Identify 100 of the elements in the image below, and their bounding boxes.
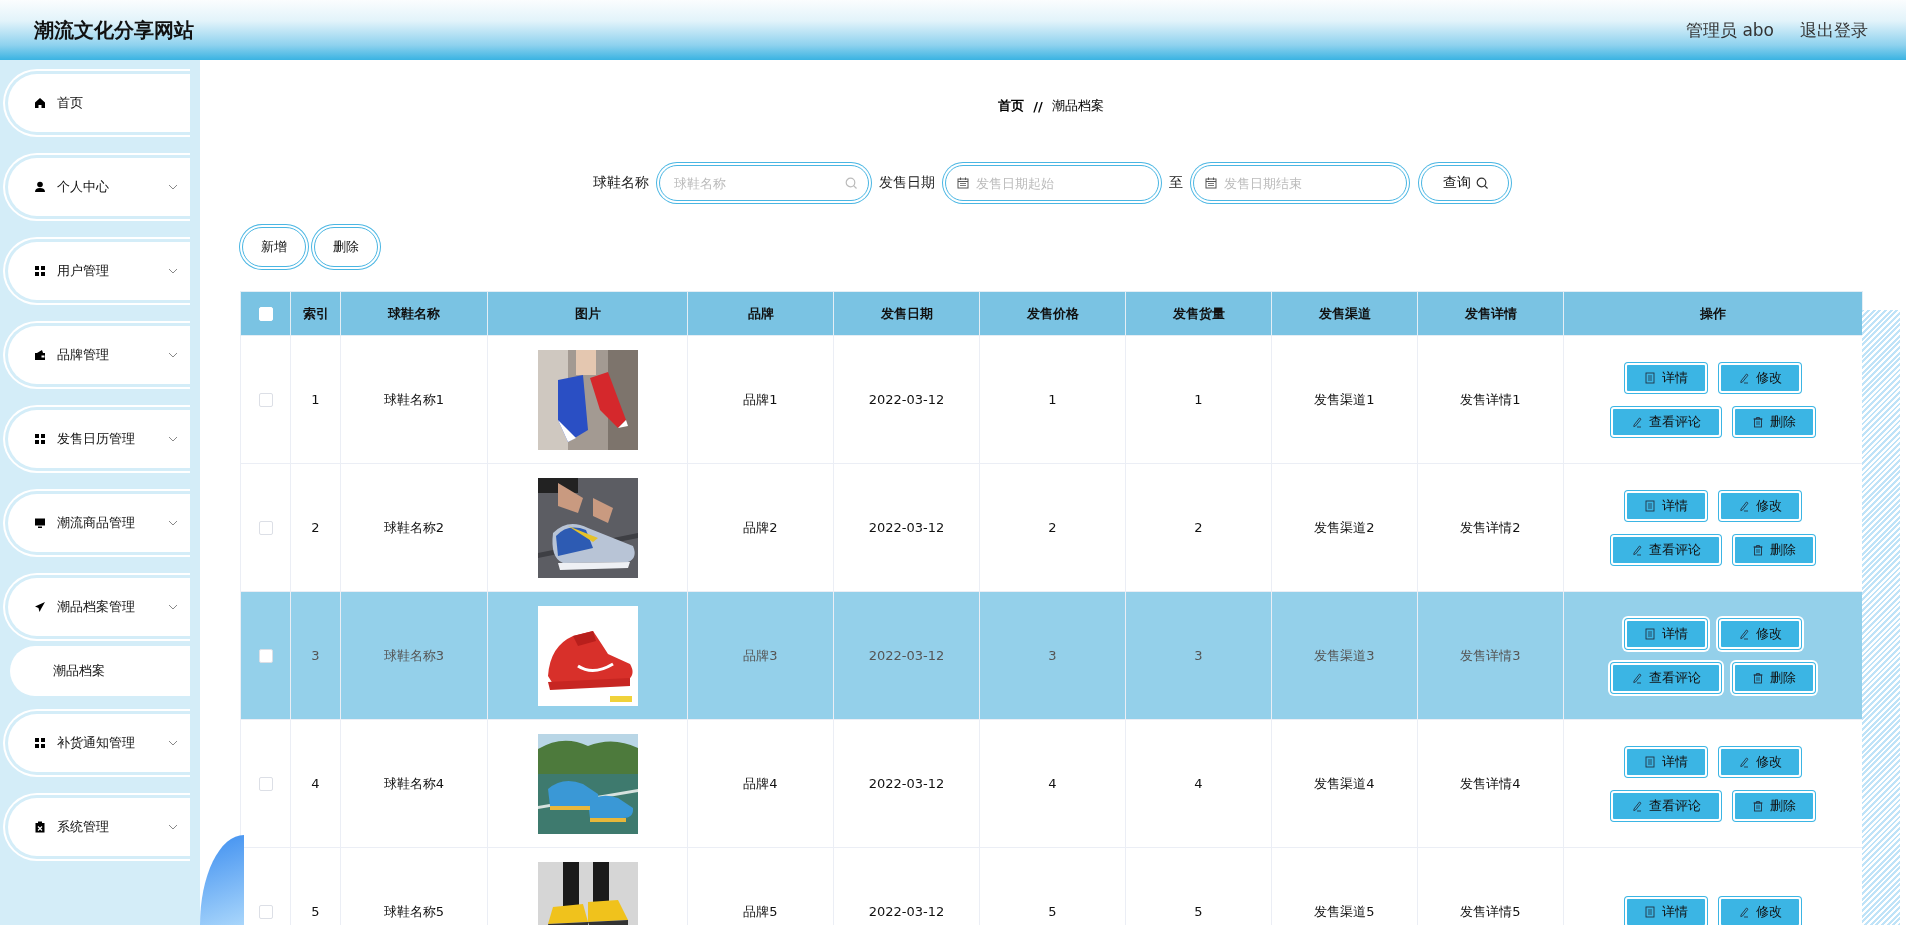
pencil-icon: [1738, 905, 1750, 918]
chevron-down-icon: [168, 184, 178, 190]
details-button[interactable]: 详情: [1625, 362, 1707, 393]
edit-button[interactable]: 修改: [1719, 362, 1801, 393]
submenu-item[interactable]: 潮品档案: [10, 646, 190, 696]
delete-button[interactable]: 删除: [1733, 662, 1815, 693]
field-label: 发售日期: [879, 174, 935, 192]
table-cell: 发售渠道4: [1271, 719, 1418, 848]
breadcrumb-item: 潮品档案: [1051, 97, 1104, 115]
checkbox[interactable]: [258, 392, 273, 407]
wallet-icon: [34, 349, 46, 361]
column-header: 发售货量: [1125, 291, 1272, 336]
user-icon: [34, 181, 46, 193]
pencil-icon: [1738, 627, 1750, 640]
user-label: 管理员 abo: [1686, 18, 1774, 42]
table-cell: 球鞋名称1: [340, 335, 488, 464]
table-cell: 2: [1125, 463, 1272, 592]
edit-button[interactable]: 修改: [1719, 746, 1801, 777]
document-icon: [1644, 905, 1656, 918]
table-cell: 品牌2: [687, 463, 834, 592]
table-cell: 2022-03-12: [833, 719, 980, 848]
table-cell: 品牌3: [687, 591, 834, 720]
add-button[interactable]: 新增: [242, 227, 306, 267]
details-button[interactable]: 详情: [1625, 896, 1707, 925]
comments-button[interactable]: 查看评论: [1611, 662, 1721, 693]
column-header: 发售价格: [979, 291, 1126, 336]
delete-button[interactable]: 删除: [1733, 406, 1815, 437]
chevron-down-icon: [168, 604, 178, 610]
trash-icon: [1752, 415, 1764, 428]
chevron-down-icon: [168, 520, 178, 526]
chevron-down-icon: [168, 268, 178, 274]
table-cell: 3: [979, 591, 1126, 720]
table-cell: 品牌4: [687, 719, 834, 848]
search-icon: [1475, 177, 1488, 189]
table-cell: 2: [290, 463, 341, 592]
table-row[interactable]: 3 球鞋名称3 品牌3 2022-03-12 3 3 发售渠道3 发售详情3 详情 修改 查看评论 删除: [240, 591, 1863, 720]
table-cell: 4: [979, 719, 1126, 848]
field-label: 球鞋名称: [593, 174, 649, 192]
search-button[interactable]: 查询: [1421, 165, 1509, 201]
table-cell: 球鞋名称3: [340, 591, 488, 720]
chevron-down-icon: [168, 436, 178, 442]
table-cell: 2022-03-12: [833, 335, 980, 464]
checkbox[interactable]: [258, 776, 273, 791]
details-button[interactable]: 详情: [1625, 490, 1707, 521]
grid-icon: [34, 737, 46, 749]
edit-button[interactable]: 修改: [1719, 618, 1801, 649]
pencil-icon: [1738, 371, 1750, 384]
edit-button[interactable]: 修改: [1719, 490, 1801, 521]
table-row[interactable]: 2 球鞋名称2 品牌2 2022-03-12 2 2 发售渠道2 发售详情2 详情 修改 查看评论 删除: [240, 463, 1863, 592]
table-cell: 发售详情2: [1417, 463, 1564, 592]
column-header: 球鞋名称: [340, 291, 488, 336]
date-field[interactable]: 发售日期起始: [945, 165, 1159, 201]
table-cell: 发售详情4: [1417, 719, 1564, 848]
details-button[interactable]: 详情: [1625, 746, 1707, 777]
delete-button[interactable]: 删除: [1733, 534, 1815, 565]
details-button[interactable]: 详情: [1625, 618, 1707, 649]
column-header: 索引: [290, 291, 341, 336]
date-field[interactable]: 发售日期结束: [1193, 165, 1407, 201]
calendar-icon: [957, 177, 969, 189]
comments-button[interactable]: 查看评论: [1611, 534, 1721, 565]
table-cell: 2022-03-12: [833, 463, 980, 592]
table-cell: 发售渠道2: [1271, 463, 1418, 592]
pencil-icon: [1738, 755, 1750, 768]
paper-plane-icon: [34, 601, 46, 613]
checkbox[interactable]: [258, 904, 273, 919]
breadcrumb-item[interactable]: 首页: [998, 97, 1025, 115]
search-field[interactable]: 球鞋名称: [659, 165, 869, 201]
trash-icon: [1752, 799, 1764, 812]
document-icon: [1644, 755, 1656, 768]
table-cell: 2022-03-12: [833, 591, 980, 720]
table-cell: 发售详情1: [1417, 335, 1564, 464]
edit-button[interactable]: 修改: [1719, 896, 1801, 925]
table-row[interactable]: 1 球鞋名称1 品牌1 2022-03-12 1 1 发售渠道1 发售详情1 详情 修改 查看评论 删除: [240, 335, 1863, 464]
delete-button[interactable]: 删除: [314, 227, 378, 267]
comments-button[interactable]: 查看评论: [1611, 406, 1721, 437]
breadcrumb-separator: //: [1033, 98, 1043, 114]
grid-icon: [34, 433, 46, 445]
column-header: 操作: [1563, 291, 1863, 336]
checkbox[interactable]: [258, 648, 273, 663]
table-row[interactable]: 4 球鞋名称4 品牌4 2022-03-12 4 4 发售渠道4 发售详情4 详情 修改 查看评论 删除: [240, 719, 1863, 848]
comments-button[interactable]: 查看评论: [1611, 790, 1721, 821]
table-cell: 4: [290, 719, 341, 848]
checkbox[interactable]: [258, 520, 273, 535]
table-cell: 1: [1125, 335, 1272, 464]
table-cell: 品牌1: [687, 335, 834, 464]
column-header: 发售渠道: [1271, 291, 1418, 336]
document-icon: [1644, 627, 1656, 640]
pencil-icon: [1738, 499, 1750, 512]
chevron-down-icon: [168, 824, 178, 830]
table-cell: 4: [1125, 719, 1272, 848]
chevron-down-icon: [168, 352, 178, 358]
delete-button[interactable]: 删除: [1733, 790, 1815, 821]
logout-link[interactable]: 退出登录: [1800, 18, 1868, 42]
pencil-icon: [1631, 799, 1643, 812]
pencil-icon: [1631, 671, 1643, 684]
field-label: 至: [1169, 174, 1183, 192]
home-icon: [34, 97, 46, 109]
trash-icon: [1752, 671, 1764, 684]
table-row[interactable]: 5 球鞋名称5 品牌5 2022-03-12 5 5 发售渠道5 发售详情5 详情 修改: [240, 847, 1863, 925]
document-icon: [1644, 499, 1656, 512]
